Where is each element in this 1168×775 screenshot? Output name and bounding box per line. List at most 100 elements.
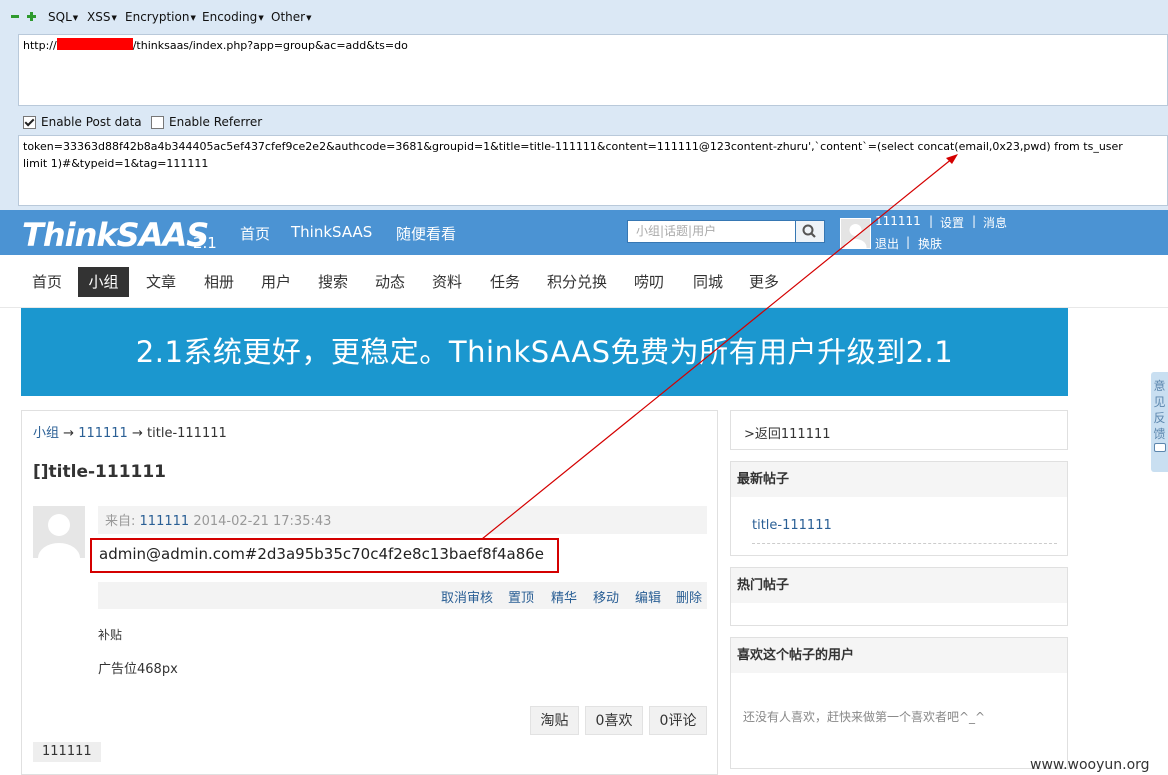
divider: | — [972, 214, 977, 228]
menu-encryption[interactable]: Encryption▼ — [125, 10, 196, 24]
enable-referrer-label: Enable Referrer — [169, 115, 263, 129]
post-tag[interactable]: 111111 — [33, 742, 101, 762]
edit-button[interactable]: 编辑 — [635, 587, 661, 606]
header-nav-home[interactable]: 首页 — [240, 223, 270, 244]
divider: | — [929, 214, 934, 228]
menu-sql-label: SQL — [48, 10, 72, 24]
feedback-char: 反 — [1153, 411, 1166, 425]
main-nav: 首页 小组 文章 相册 用户 搜索 动态 资料 任务 积分兑换 唠叨 同城 更多 — [0, 255, 1168, 308]
nav-item-more[interactable]: 更多 — [742, 267, 786, 297]
nav-item-chatter[interactable]: 唠叨 — [627, 267, 671, 297]
menu-other[interactable]: Other▼ — [271, 10, 311, 24]
minus-icon[interactable] — [11, 15, 19, 18]
unapprove-button[interactable]: 取消审核 — [441, 587, 493, 606]
hot-posts-box: 热门帖子 — [730, 567, 1068, 626]
url-path: /thinksaas/index.php?app=group&ac=add&ts… — [132, 39, 408, 52]
post-data-line-2: limit 1)#&typeid=1&tag=111111 — [23, 157, 209, 170]
hot-posts-title: 热门帖子 — [731, 568, 1067, 603]
checkbox-unchecked-icon[interactable] — [151, 115, 164, 129]
nav-item-feed[interactable]: 动态 — [368, 267, 412, 297]
from-label: 来自: — [105, 514, 136, 529]
site-header: ThinkSAAS 2.1 首页 ThinkSAAS 随便看看 小组|话题|用户… — [0, 210, 1168, 255]
supplement-link[interactable]: 补贴 — [98, 626, 122, 643]
enable-post-label: Enable Post data — [41, 115, 142, 129]
feedback-char: 意 — [1153, 379, 1166, 393]
breadcrumb-group-name[interactable]: 111111 — [78, 426, 128, 441]
post-title: []title-111111 — [33, 462, 167, 482]
url-textarea[interactable]: http:// /thinksaas/index.php?app=group&ac… — [18, 34, 1168, 106]
search-input[interactable]: 小组|话题|用户 — [627, 220, 797, 243]
header-nav-browse[interactable]: 随便看看 — [396, 223, 456, 244]
username-link[interactable]: 111111 — [875, 214, 921, 228]
ad-placeholder: 广告位468px — [98, 662, 178, 677]
search-button[interactable] — [795, 220, 825, 243]
likers-empty-text: 还没有人喜欢，赶快来做第一个喜欢者吧^_^ — [743, 710, 986, 724]
feedback-char: 见 — [1153, 395, 1166, 409]
post-content-highlight: admin@admin.com#2d3a95b35c70c4f2e8c13bae… — [90, 538, 559, 573]
breadcrumb-arrow-icon: → — [131, 426, 143, 441]
nav-item-album[interactable]: 相册 — [197, 267, 241, 297]
user-avatar[interactable] — [840, 218, 871, 249]
plus-icon[interactable] — [27, 12, 36, 21]
breadcrumb-title: title-111111 — [147, 426, 227, 441]
menu-xss[interactable]: XSS▼ — [87, 10, 117, 24]
pin-button[interactable]: 置顶 — [508, 587, 534, 606]
settings-link[interactable]: 设置 — [940, 214, 964, 231]
nav-item-city[interactable]: 同城 — [686, 267, 730, 297]
feedback-char: 馈 — [1153, 427, 1166, 441]
back-box: >返回111111 — [730, 410, 1068, 450]
nav-item-points[interactable]: 积分兑换 — [541, 267, 613, 297]
likers-title: 喜欢这个帖子的用户 — [731, 638, 1067, 673]
back-link-label: >返回111111 — [744, 427, 831, 442]
post-meta: 来自: 111111 2014-02-21 17:35:43 — [98, 506, 707, 534]
comment-button[interactable]: 0评论 — [649, 706, 707, 735]
logo-version: 2.1 — [193, 234, 217, 252]
default-avatar-icon — [841, 219, 870, 248]
taotie-button[interactable]: 淘贴 — [530, 706, 579, 735]
redacted-host — [56, 38, 133, 50]
nav-item-group[interactable]: 小组 — [78, 267, 129, 297]
menu-encryption-label: Encryption — [125, 10, 190, 24]
latest-post-link[interactable]: title-111111 — [752, 518, 832, 533]
nav-item-home[interactable]: 首页 — [25, 267, 69, 297]
post-data-textarea[interactable]: token=33363d88f42b8a4b344405ac5ef437cfef… — [18, 135, 1168, 206]
checkbox-checked-icon[interactable] — [23, 115, 36, 129]
enable-referrer-checkbox[interactable]: Enable Referrer — [151, 115, 262, 129]
breadcrumb: 小组 → 111111 → title-111111 — [33, 422, 227, 441]
nav-item-search[interactable]: 搜索 — [311, 267, 355, 297]
site-logo[interactable]: ThinkSAAS — [22, 216, 209, 254]
messages-link[interactable]: 消息 — [983, 214, 1007, 231]
nav-item-task[interactable]: 任务 — [483, 267, 527, 297]
default-avatar-icon — [33, 506, 85, 558]
watermark: www.wooyun.org — [1030, 757, 1150, 773]
dropdown-arrow-icon: ▼ — [258, 13, 264, 22]
menu-sql[interactable]: SQL▼ — [48, 10, 78, 24]
move-button[interactable]: 移动 — [593, 587, 619, 606]
header-nav-thinksaas[interactable]: ThinkSAAS — [291, 223, 372, 241]
breadcrumb-group[interactable]: 小组 — [33, 426, 59, 441]
dropdown-arrow-icon: ▼ — [72, 13, 79, 22]
nav-item-article[interactable]: 文章 — [139, 267, 183, 297]
author-link[interactable]: 111111 — [140, 514, 190, 529]
latest-posts-box: 最新帖子 title-111111 — [730, 461, 1068, 556]
menu-other-label: Other — [271, 10, 306, 24]
chat-bubble-icon — [1153, 443, 1166, 452]
nav-item-profile[interactable]: 资料 — [425, 267, 469, 297]
dropdown-arrow-icon: ▼ — [306, 13, 312, 22]
feature-button[interactable]: 精华 — [551, 587, 577, 606]
back-link[interactable]: >返回111111 — [744, 423, 831, 442]
post-data-line-1: token=33363d88f42b8a4b344405ac5ef437cfef… — [23, 140, 1123, 153]
skin-link[interactable]: 换肤 — [918, 235, 942, 252]
logout-link[interactable]: 退出 — [875, 235, 899, 252]
nav-item-user[interactable]: 用户 — [254, 267, 298, 297]
feedback-tab[interactable]: 意 见 反 馈 — [1151, 372, 1168, 472]
enable-post-checkbox[interactable]: Enable Post data — [23, 115, 142, 129]
delete-button[interactable]: 删除 — [676, 587, 702, 606]
author-avatar[interactable] — [33, 506, 85, 558]
menu-encoding[interactable]: Encoding▼ — [202, 10, 264, 24]
post-date: 2014-02-21 17:35:43 — [193, 514, 332, 529]
url-prefix: http:// — [23, 39, 57, 52]
breadcrumb-arrow-icon: → — [63, 426, 75, 441]
like-button[interactable]: 0喜欢 — [585, 706, 643, 735]
promo-banner[interactable]: 2.1系统更好，更稳定。ThinkSAAS免费为所有用户升级到2.1 — [21, 308, 1068, 396]
